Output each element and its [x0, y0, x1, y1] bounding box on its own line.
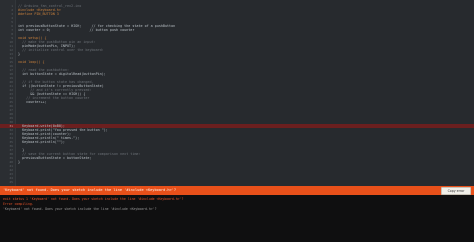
output-console[interactable]: exit status 1 'Keyboard' not found. Does… [0, 195, 474, 242]
code-editor[interactable]: 1// Arduino_fan_control_rev2.ino 2 #includ… [0, 0, 474, 186]
console-line: 'Keyboard' not found. Does your sketch i… [3, 207, 157, 211]
copy-error-messages-button[interactable]: Copy error messages [441, 187, 471, 199]
error-status-bar: 'Keyboard' not found. Does your sketch i… [0, 186, 474, 199]
line-number: 45 [9, 180, 13, 184]
console-line: exit status 1 'Keyboard' not found. Does… [3, 197, 184, 201]
error-message: 'Keyboard' not found. Does your sketch i… [3, 188, 177, 192]
code-line: 45 [0, 180, 474, 184]
console-line: Error compiling. [3, 202, 34, 206]
